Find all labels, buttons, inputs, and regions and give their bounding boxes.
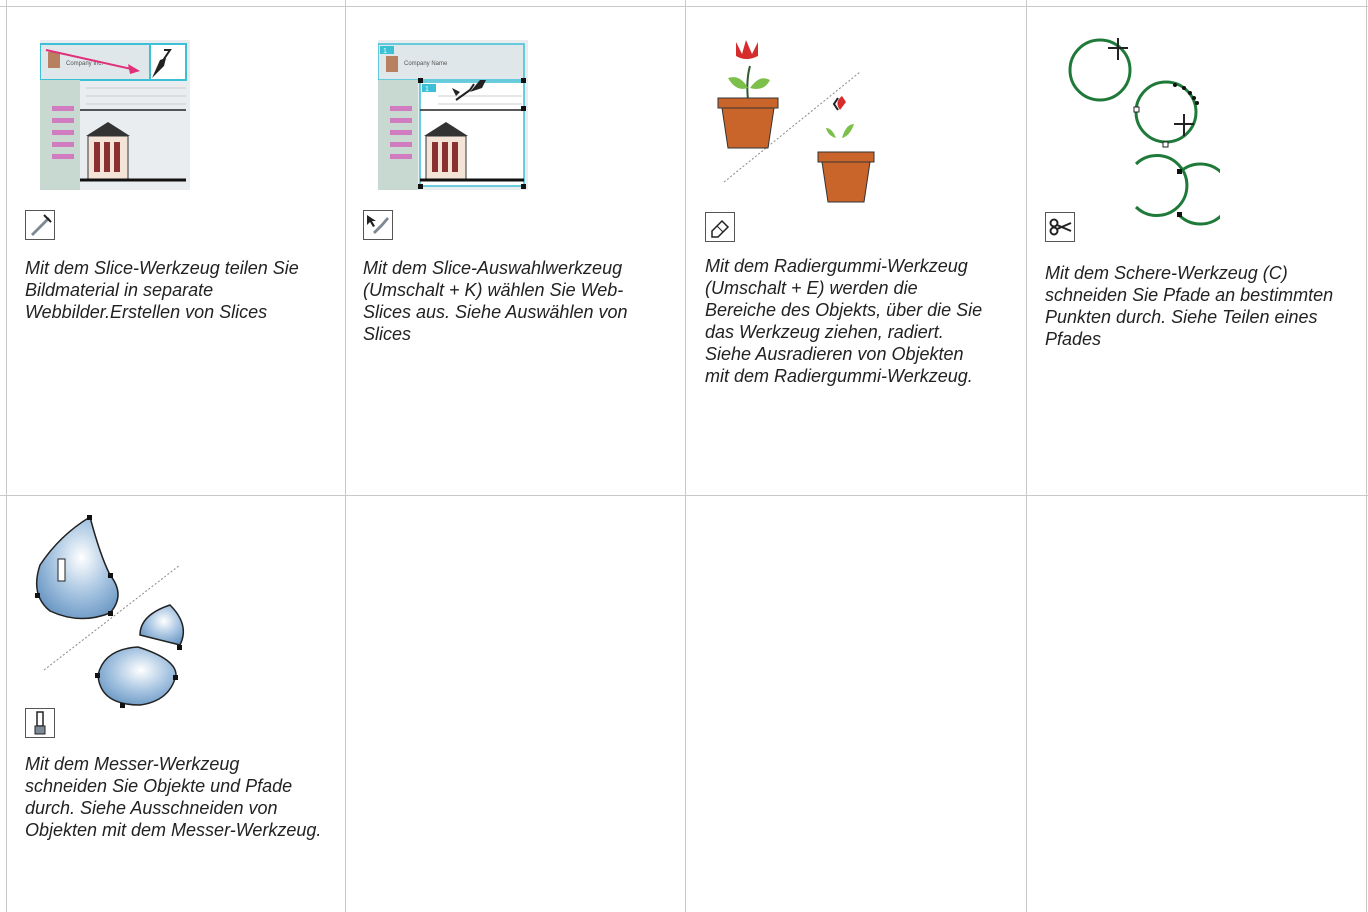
table-border-right — [1366, 0, 1367, 912]
table-border-left — [6, 0, 7, 912]
slice-tool-description: Mit dem Slice-Werkzeug teilen Sie Bildma… — [25, 258, 299, 322]
slice-badge-3: 1 — [425, 86, 429, 93]
figure-company-name-text: Company Name — [404, 61, 448, 67]
eraser-tool-illustration — [717, 40, 875, 203]
table-divider-3 — [1026, 0, 1027, 912]
knife-tool-icon — [25, 708, 55, 738]
table-border-top — [0, 6, 1368, 7]
slice-select-tool-illustration: 1 Company Name 2 1 — [378, 40, 528, 190]
scissors-tool-icon — [1045, 212, 1075, 242]
table-divider-1 — [345, 0, 346, 912]
slice-select-tool-description: Mit dem Slice-Auswahlwerkzeug (Umschalt … — [363, 258, 628, 344]
slice-select-tool-icon — [363, 210, 393, 240]
eraser-tool-icon — [705, 212, 735, 242]
knife-tool-description: Mit dem Messer-Werkzeug schneiden Sie Ob… — [25, 754, 322, 840]
scissors-tool-illustration — [1068, 38, 1220, 226]
table-divider-2 — [685, 0, 686, 912]
slice-tool-illustration: Company Inc. — [40, 40, 190, 190]
table-row-divider — [0, 495, 1368, 496]
scissors-tool-description: Mit dem Schere-Werkzeug (C) schneiden Si… — [1045, 263, 1334, 349]
slice-badge-1: 1 — [383, 48, 387, 55]
knife-tool-illustration — [35, 515, 185, 708]
eraser-tool-description: Mit dem Radiergummi-Werkzeug (Umschalt +… — [705, 256, 983, 386]
slice-tool-icon — [25, 210, 55, 240]
